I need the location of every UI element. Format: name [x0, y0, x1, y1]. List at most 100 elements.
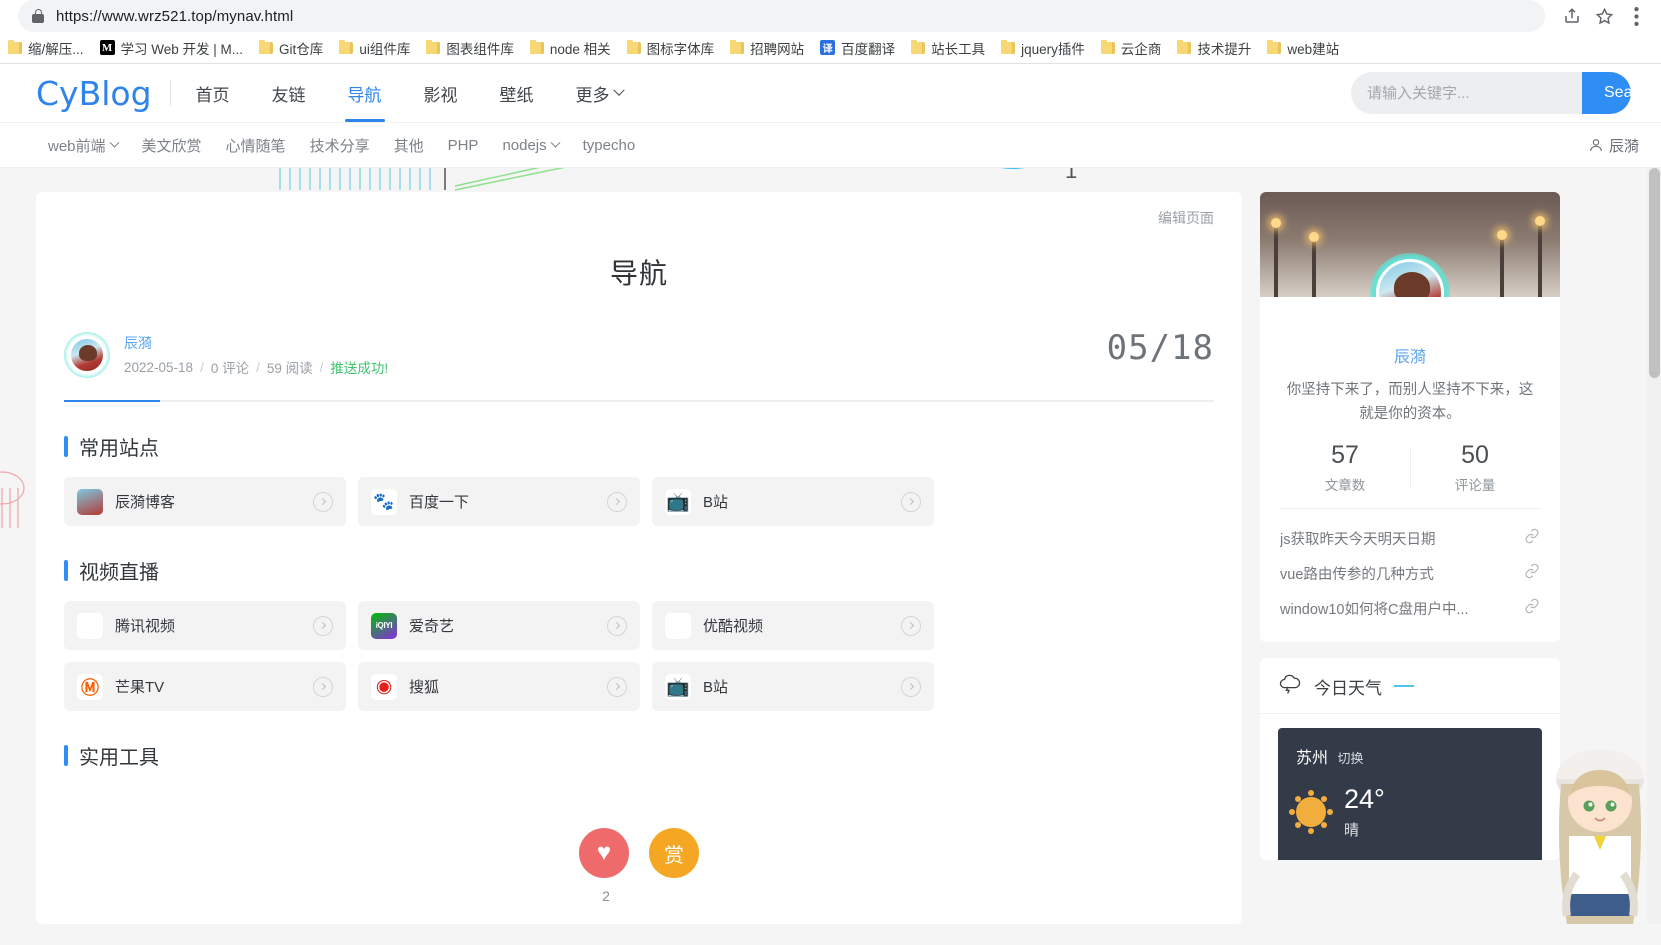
reward-button[interactable]: 赏: [649, 828, 699, 878]
subnav-item-PHP[interactable]: PHP: [436, 137, 491, 154]
link-chain-icon: [1524, 563, 1540, 583]
sun-icon: [1296, 796, 1326, 827]
subnav-item-typecho[interactable]: typecho: [571, 137, 648, 154]
subnav-item-label: PHP: [447, 136, 479, 154]
nav-card[interactable]: 🐾 百度一下: [358, 477, 640, 526]
section-title-text: 常用站点: [79, 438, 159, 460]
bookmark-item[interactable]: web建站: [1259, 35, 1347, 61]
bookmark-star-icon[interactable]: [1593, 5, 1615, 27]
profile-avatar[interactable]: [1376, 259, 1444, 297]
user-menu[interactable]: 辰漪: [1588, 135, 1641, 156]
weather-city-row: 苏州 切换: [1296, 744, 1524, 768]
weather-condition: 晴: [1344, 821, 1360, 839]
weather-dash-icon: [1394, 685, 1414, 688]
chevron-right-icon[interactable]: [901, 491, 921, 512]
nav-item-友链[interactable]: 友链: [251, 64, 327, 122]
bookmark-item[interactable]: M 学习 Web 开发 | M...: [92, 35, 252, 61]
meta-divider: [64, 400, 1214, 402]
nav-card[interactable]: 📺 B站: [652, 662, 934, 711]
recent-post-link[interactable]: vue路由传参的几种方式: [1280, 556, 1540, 591]
nav-card-grid: ▶ 腾讯视频 iQIYI 爱奇艺 ▸ 优酷视频 Ⓜ 芒果TV ◉ 搜狐 📺 B站: [64, 601, 1214, 711]
chevron-right-icon[interactable]: [313, 615, 333, 636]
meta-separator: /: [319, 359, 324, 375]
nav-item-导航[interactable]: 导航: [327, 64, 403, 122]
bookmark-item[interactable]: 缩/解压...: [0, 35, 92, 61]
bookmark-label: node 相关: [549, 41, 611, 57]
bookmark-item[interactable]: 技术提升: [1169, 35, 1259, 61]
bookmark-item[interactable]: 云企商: [1093, 35, 1170, 61]
link-chain-icon: [1524, 598, 1540, 618]
bookmark-label: 站长工具: [931, 41, 986, 57]
chevron-right-icon[interactable]: [313, 491, 333, 512]
chevron-right-icon[interactable]: [607, 615, 627, 636]
nav-card[interactable]: ▶ 腾讯视频: [64, 601, 346, 650]
scrollbar-thumb[interactable]: [1649, 168, 1660, 378]
weather-body: 苏州 切换 24° 晴: [1278, 727, 1542, 860]
chevron-right-icon[interactable]: [901, 676, 921, 697]
subnav-item-技术分享[interactable]: 技术分享: [298, 135, 382, 156]
nav-item-首页[interactable]: 首页: [175, 64, 251, 122]
bookmark-item[interactable]: 图表组件库: [418, 35, 522, 61]
folder-icon: [8, 39, 22, 54]
bookmark-item[interactable]: jquery插件: [993, 35, 1093, 61]
folder-icon: [259, 39, 274, 54]
nav-card[interactable]: iQIYI 爱奇艺: [358, 601, 640, 650]
subnav-item-其他[interactable]: 其他: [382, 135, 436, 156]
nav-item-更多[interactable]: 更多: [555, 64, 644, 122]
recent-post-link[interactable]: window10如何将C盘用户中...: [1280, 591, 1540, 626]
meta-text: 辰漪 2022-05-18 / 0 评论 / 59 阅读 / 推送成功!: [124, 333, 388, 377]
nav-item-label: 导航: [347, 85, 382, 105]
subnav-item-label: nodejs: [502, 136, 547, 154]
bookmark-item[interactable]: Git仓库: [251, 35, 331, 61]
chevron-right-icon[interactable]: [607, 491, 627, 512]
avatar[interactable]: [69, 337, 105, 373]
nav-card[interactable]: ▸ 优酷视频: [652, 601, 934, 650]
author-name[interactable]: 辰漪: [124, 333, 388, 353]
nav-item-label: 首页: [195, 85, 230, 105]
weather-main: 24° 晴: [1296, 784, 1524, 840]
section-accent-bar: [64, 745, 68, 766]
folder-icon: [911, 39, 926, 54]
bookmark-item[interactable]: 站长工具: [903, 35, 993, 61]
folder-icon: [1267, 39, 1282, 54]
subnav-item-美文欣赏[interactable]: 美文欣赏: [130, 135, 214, 156]
chevron-right-icon[interactable]: [901, 615, 921, 636]
weather-switch-link[interactable]: 切换: [1337, 751, 1363, 766]
nav-card[interactable]: 📺 B站: [652, 477, 934, 526]
nav-card[interactable]: Ⓜ 芒果TV: [64, 662, 346, 711]
tencent-video-icon: ▶: [77, 612, 103, 639]
chevron-right-icon[interactable]: [607, 676, 627, 697]
bookmark-label: 云企商: [1120, 41, 1162, 57]
nav-card[interactable]: ◉ 搜狐: [358, 662, 640, 711]
search-button[interactable]: Search: [1582, 72, 1631, 114]
bookmark-item[interactable]: node 相关: [522, 35, 619, 61]
subnav-item-心情随笔[interactable]: 心情随笔: [214, 135, 298, 156]
share-icon[interactable]: [1561, 5, 1583, 27]
subnav-item-web前端[interactable]: web前端: [36, 135, 130, 156]
more-menu-icon[interactable]: [1625, 5, 1647, 27]
folder-icon: [626, 39, 641, 54]
meta-separator: /: [200, 359, 204, 375]
site-logo[interactable]: CyBlog: [36, 74, 170, 113]
nav-item-label: 壁纸: [499, 85, 534, 105]
like-button[interactable]: ♥: [579, 828, 629, 878]
bookmark-label: 技术提升: [1197, 41, 1252, 57]
nav-item-壁纸[interactable]: 壁纸: [479, 64, 555, 122]
bookmark-item[interactable]: 译百度翻译: [812, 35, 903, 61]
bookmark-item[interactable]: ui组件库: [331, 35, 418, 61]
subnav-item-nodejs[interactable]: nodejs: [490, 137, 570, 154]
edit-page-link[interactable]: 编辑页面: [1158, 208, 1214, 228]
profile-name[interactable]: 辰漪: [1280, 343, 1540, 367]
nav-card[interactable]: 辰漪博客: [64, 477, 346, 526]
bookmark-item[interactable]: 招聘网站: [722, 35, 812, 61]
nav-item-影视[interactable]: 影视: [403, 64, 479, 122]
recent-post-link[interactable]: js获取昨天今天明天日期: [1280, 521, 1540, 556]
address-bar[interactable]: https://www.wrz521.top/mynav.html: [18, 0, 1545, 32]
nav-card-label: 百度一下: [409, 494, 470, 511]
search-input[interactable]: [1351, 84, 1582, 102]
meta-separator: /: [256, 359, 260, 375]
bookmark-item[interactable]: 图标字体库: [619, 35, 723, 61]
chevron-right-icon[interactable]: [313, 676, 333, 697]
weather-title: 今日天气: [1314, 678, 1382, 698]
scrollbar-track[interactable]: [1647, 168, 1661, 924]
